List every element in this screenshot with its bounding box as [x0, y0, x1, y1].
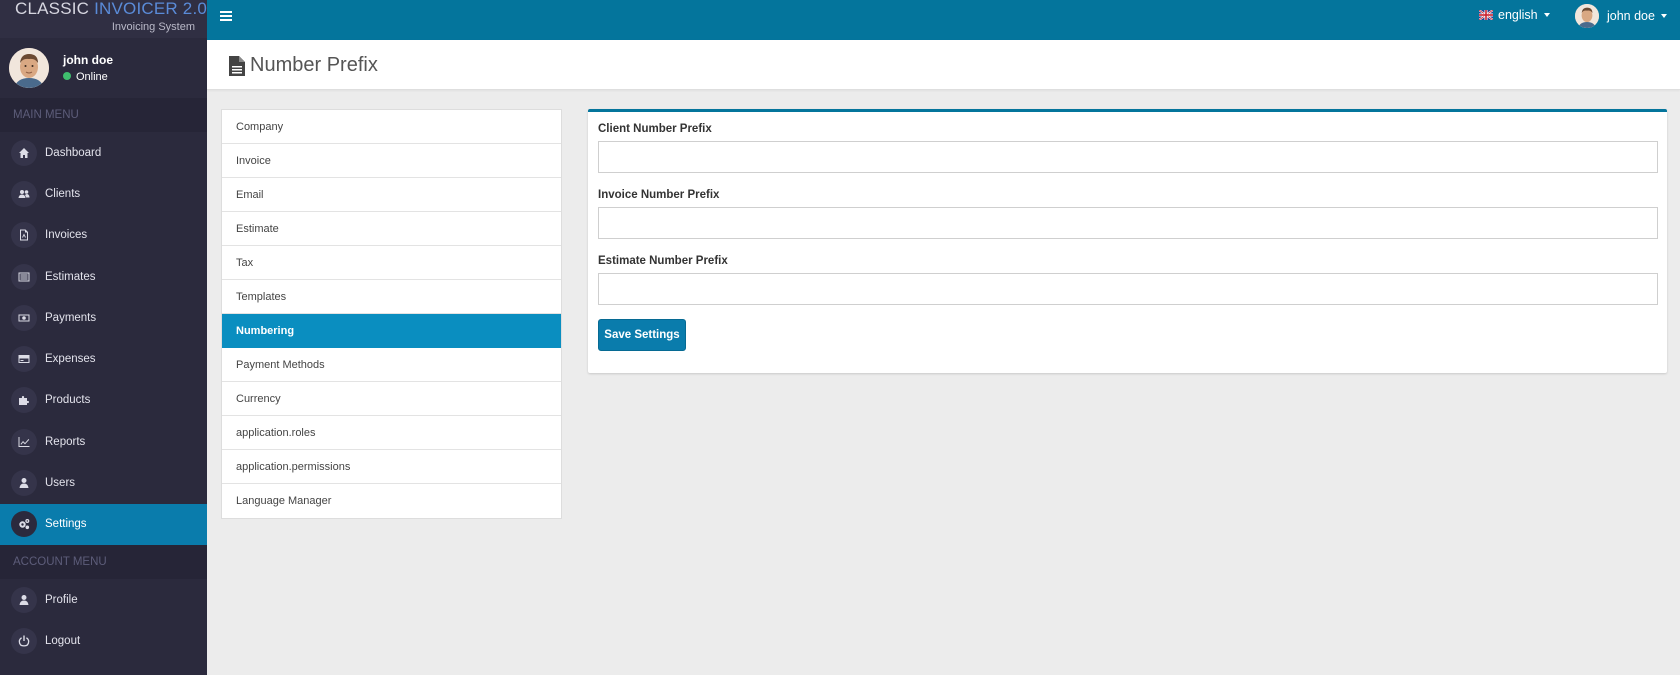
sidebar-item-label: Logout [45, 634, 81, 647]
user-icon [11, 586, 37, 613]
top-navbar: english john doe [207, 0, 1680, 40]
sidebar-item-invoices[interactable]: Invoices [0, 215, 207, 256]
user-status-label: Online [76, 71, 108, 83]
user-panel: john doe Online [0, 38, 207, 98]
sidebar-item-expenses[interactable]: Expenses [0, 338, 207, 379]
list-icon [11, 263, 37, 290]
settings-nav-permissions[interactable]: application.permissions [222, 450, 561, 484]
page-title-text: Number Prefix [250, 54, 378, 76]
sidebar-item-reports[interactable]: Reports [0, 421, 207, 462]
chart-icon [11, 428, 37, 455]
sidebar-item-products[interactable]: Products [0, 380, 207, 421]
client-prefix-label: Client Number Prefix [598, 123, 712, 135]
settings-nav: Company Invoice Email Estimate Tax Templ… [221, 109, 562, 519]
users-icon [11, 180, 37, 207]
app-title: CLASSIC INVOICER 2.0 [15, 0, 207, 18]
sidebar-item-label: Dashboard [45, 146, 102, 159]
user-icon [11, 470, 37, 497]
credit-card-icon [11, 346, 37, 373]
money-icon [11, 304, 37, 331]
home-icon [11, 139, 37, 166]
online-status-dot [63, 72, 71, 80]
sidebar-item-payments[interactable]: Payments [0, 297, 207, 338]
puzzle-icon [11, 387, 37, 414]
sidebar-item-label: Payments [45, 311, 97, 324]
settings-nav-currency[interactable]: Currency [222, 382, 561, 416]
settings-nav-company[interactable]: Company [222, 110, 561, 144]
app-subtitle: Invoicing System [111, 21, 195, 33]
sidebar-item-dashboard[interactable]: Dashboard [0, 132, 207, 173]
chevron-down-icon [1660, 14, 1667, 18]
page-header: Number Prefix [207, 40, 1680, 90]
user-name: john doe [63, 53, 113, 67]
settings-nav-email[interactable]: Email [222, 178, 561, 212]
language-label: english [1498, 8, 1538, 22]
user-menu[interactable]: john doe [1575, 4, 1667, 28]
gears-icon [11, 511, 37, 538]
estimate-prefix-label: Estimate Number Prefix [598, 255, 728, 267]
app-title-accent: INVOICER 2.0 [94, 0, 208, 18]
pdf-file-icon [11, 222, 37, 249]
main-menu-header: MAIN MENU [0, 98, 207, 132]
avatar [9, 48, 49, 88]
sidebar-item-label: Invoices [45, 229, 88, 242]
settings-nav-language-manager[interactable]: Language Manager [222, 484, 561, 518]
invoice-prefix-label: Invoice Number Prefix [598, 189, 720, 201]
app-title-main: CLASSIC [15, 0, 90, 18]
avatar [1575, 4, 1599, 28]
settings-nav-tax[interactable]: Tax [222, 246, 561, 280]
hamburger-menu-icon[interactable] [220, 11, 232, 22]
sidebar-item-logout[interactable]: Logout [0, 620, 207, 661]
sidebar-item-clients[interactable]: Clients [0, 173, 207, 214]
user-status: Online [63, 71, 108, 83]
account-menu-header: ACCOUNT MENU [0, 544, 207, 579]
app-logo[interactable]: CLASSIC INVOICER 2.0 Invoicing System [0, 0, 207, 38]
sidebar-item-label: Profile [45, 593, 78, 606]
top-user-name: john doe [1607, 9, 1655, 23]
sidebar-item-label: Products [45, 394, 91, 407]
power-icon [11, 627, 37, 654]
sidebar-item-label: Reports [45, 435, 86, 448]
settings-nav-roles[interactable]: application.roles [222, 416, 561, 450]
save-settings-button[interactable]: Save Settings [598, 319, 686, 351]
settings-nav-invoice[interactable]: Invoice [222, 144, 561, 178]
page-title: Number Prefix [229, 54, 378, 77]
language-selector[interactable]: english [1479, 8, 1550, 22]
sidebar-item-users[interactable]: Users [0, 462, 207, 503]
sidebar-item-profile[interactable]: Profile [0, 579, 207, 620]
number-prefix-form: Client Number Prefix Invoice Number Pref… [588, 109, 1667, 373]
invoice-prefix-input[interactable] [598, 207, 1658, 239]
sidebar-item-label: Users [45, 477, 76, 490]
sidebar-item-estimates[interactable]: Estimates [0, 256, 207, 297]
estimate-prefix-input[interactable] [598, 273, 1658, 305]
settings-nav-numbering[interactable]: Numbering [222, 314, 561, 348]
uk-flag-icon [1479, 10, 1493, 20]
client-prefix-input[interactable] [598, 141, 1658, 173]
sidebar-item-label: Settings [45, 518, 87, 531]
document-icon [229, 55, 245, 76]
sidebar: CLASSIC INVOICER 2.0 Invoicing System jo… [0, 0, 207, 675]
settings-nav-templates[interactable]: Templates [222, 280, 561, 314]
chevron-down-icon [1543, 13, 1550, 17]
settings-nav-payment-methods[interactable]: Payment Methods [222, 348, 561, 382]
sidebar-item-settings[interactable]: Settings [0, 503, 207, 545]
sidebar-item-label: Estimates [45, 270, 96, 283]
sidebar-item-label: Clients [45, 187, 81, 200]
settings-nav-estimate[interactable]: Estimate [222, 212, 561, 246]
sidebar-item-label: Expenses [45, 353, 96, 366]
